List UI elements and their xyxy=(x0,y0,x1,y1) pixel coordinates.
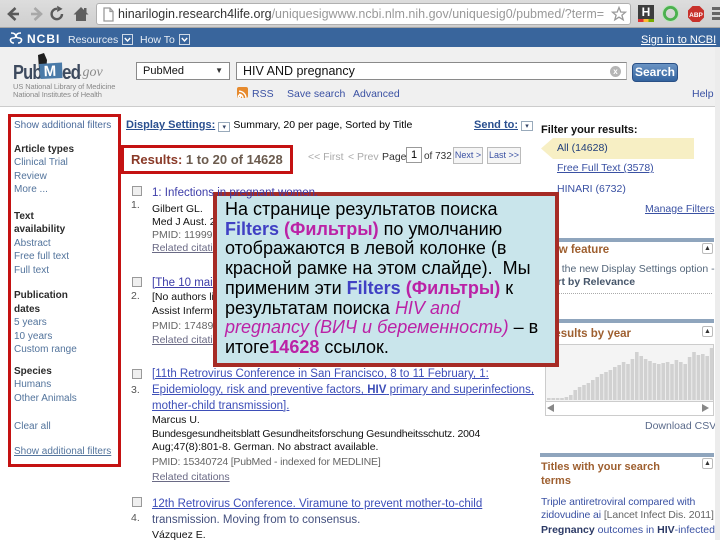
svg-text:ABP: ABP xyxy=(689,12,703,19)
svg-text:M: M xyxy=(43,63,56,80)
